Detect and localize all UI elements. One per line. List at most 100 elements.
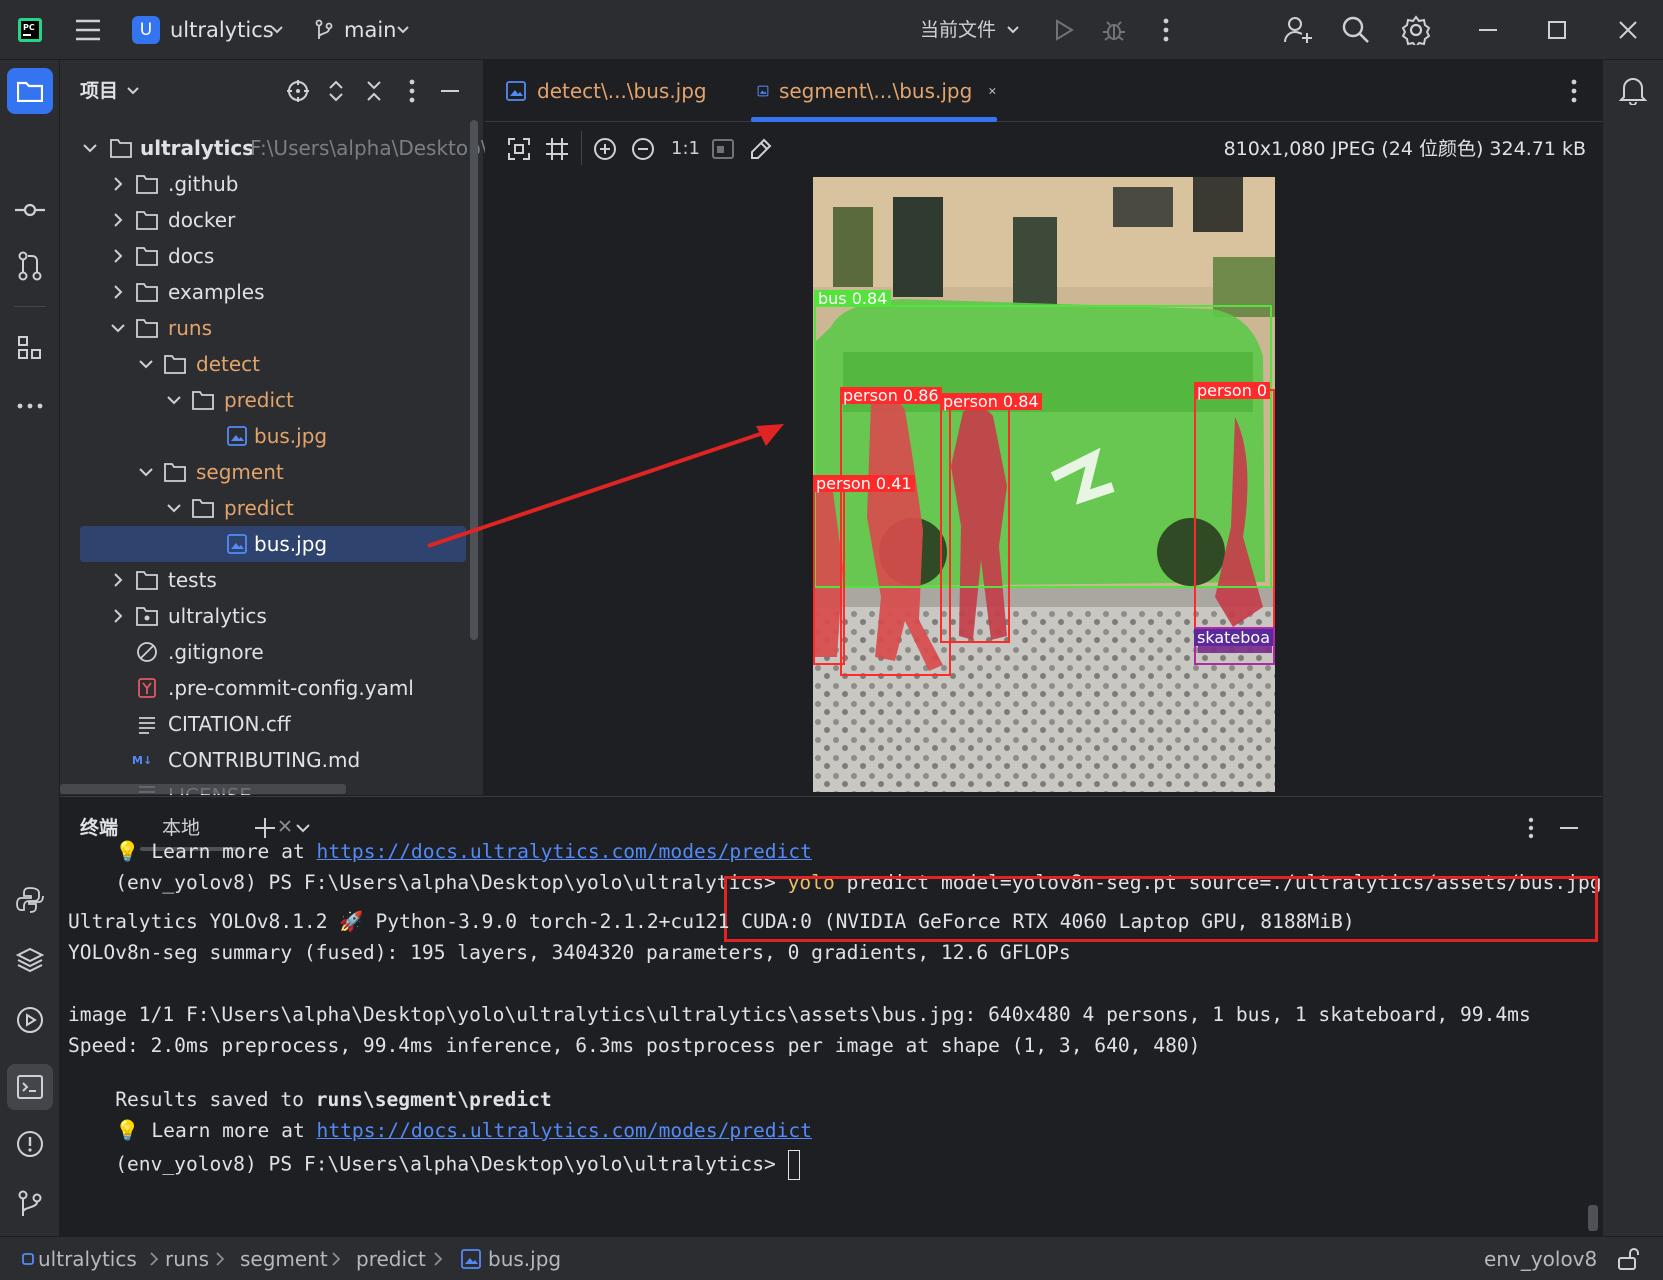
folder-icon bbox=[136, 319, 158, 338]
tree-item-runs[interactable]: runs bbox=[60, 310, 484, 346]
terminal-output-line: Speed: 2.0ms preprocess, 99.4ms inferenc… bbox=[68, 1034, 1201, 1057]
debug-icon[interactable] bbox=[1100, 16, 1128, 44]
status-bar: ultralytics runs segment predict bus.jpg… bbox=[0, 1236, 1663, 1280]
add-user-icon[interactable] bbox=[1282, 14, 1314, 46]
tree-item-citation[interactable]: CITATION.cff bbox=[60, 706, 484, 742]
problems-icon[interactable] bbox=[14, 1128, 46, 1160]
pycharm-logo-icon[interactable]: PC bbox=[18, 18, 42, 42]
right-tool-window-bar bbox=[1602, 60, 1663, 1236]
project-tool-button[interactable] bbox=[7, 68, 53, 114]
main-menu-icon[interactable] bbox=[74, 16, 102, 44]
det-label-person-084: person 0.84 bbox=[940, 393, 1042, 410]
text-file-icon bbox=[139, 717, 155, 734]
tree-item-examples[interactable]: examples bbox=[60, 274, 484, 310]
version-control-icon[interactable] bbox=[14, 1188, 46, 1220]
color-picker-icon[interactable] bbox=[747, 135, 775, 163]
project-panel-title: 项目 bbox=[80, 80, 119, 102]
tree-item-segment-bus-jpg-selected[interactable]: bus.jpg bbox=[80, 526, 466, 562]
notifications-bell-icon[interactable] bbox=[1617, 74, 1649, 106]
tree-item-contributing[interactable]: M↓ CONTRIBUTING.md bbox=[60, 742, 484, 778]
search-icon[interactable] bbox=[1340, 14, 1372, 46]
branch-widget[interactable]: main bbox=[314, 14, 414, 46]
terminal-prompt: (env_yolov8) PS F:\Users\alpha\Desktop\y… bbox=[115, 1152, 788, 1176]
collapse-all-icon[interactable] bbox=[360, 77, 388, 105]
tree-item-ultralytics-package[interactable]: ultralytics bbox=[60, 598, 484, 634]
terminal-options-icon[interactable] bbox=[1518, 815, 1544, 841]
terminal-scrollbar[interactable] bbox=[1588, 1205, 1598, 1231]
close-tab-icon[interactable] bbox=[988, 83, 997, 99]
actual-size-button[interactable]: 1:1 bbox=[671, 135, 700, 163]
tree-item-pre-commit-config[interactable]: .pre-commit-config.yaml bbox=[60, 670, 484, 706]
tree-item-label: segment bbox=[196, 460, 284, 484]
det-label-skateboard: skateboa bbox=[1194, 629, 1273, 646]
folder-icon bbox=[17, 81, 43, 102]
tree-item-docs[interactable]: docs bbox=[60, 238, 484, 274]
tree-root-ultralytics[interactable]: ultralytics F:\Users\alpha\Desktop\y bbox=[60, 130, 499, 166]
breadcrumb-item[interactable]: runs bbox=[165, 1237, 209, 1280]
run-config-selector[interactable]: 当前文件 bbox=[920, 14, 1026, 46]
chevron-right-icon bbox=[114, 609, 123, 623]
readonly-lock-icon[interactable] bbox=[1614, 1245, 1642, 1273]
hide-panel-icon[interactable] bbox=[436, 77, 464, 105]
structure-icon[interactable] bbox=[14, 332, 46, 364]
more-actions-icon[interactable] bbox=[1152, 16, 1180, 44]
tree-item-tests[interactable]: tests bbox=[60, 562, 484, 598]
project-name: ultralytics bbox=[170, 18, 274, 42]
tree-item-detect[interactable]: detect bbox=[60, 346, 484, 382]
crop-grid-icon[interactable] bbox=[543, 135, 571, 163]
run-icon[interactable] bbox=[1050, 16, 1078, 44]
image-file-icon bbox=[461, 1249, 481, 1269]
tab-detect-bus-jpg[interactable]: detect\...\bus.jpg bbox=[505, 60, 725, 122]
tree-vertical-scrollbar[interactable] bbox=[470, 120, 478, 640]
python-console-icon[interactable] bbox=[14, 884, 46, 916]
pull-requests-icon[interactable] bbox=[14, 250, 46, 282]
tree-item-label: .github bbox=[168, 172, 239, 196]
tab-segment-bus-jpg-active[interactable]: segment\...\bus.jpg bbox=[751, 60, 997, 122]
folder-icon bbox=[192, 499, 214, 518]
select-opened-file-icon[interactable] bbox=[284, 77, 312, 105]
terminal-prompt-line[interactable]: (env_yolov8) PS F:\Users\alpha\Desktop\y… bbox=[68, 1127, 800, 1203]
python-packages-icon[interactable] bbox=[14, 944, 46, 976]
breadcrumb-item[interactable]: bus.jpg bbox=[488, 1237, 561, 1280]
tab-options-icon[interactable] bbox=[1561, 78, 1587, 104]
breadcrumb-item[interactable]: segment bbox=[240, 1237, 328, 1280]
folder-icon bbox=[136, 175, 158, 194]
tree-horizontal-scrollbar[interactable] bbox=[60, 784, 346, 794]
hide-terminal-icon[interactable] bbox=[1556, 815, 1582, 841]
chevron-right-icon bbox=[114, 177, 123, 191]
settings-gear-icon[interactable] bbox=[1400, 14, 1432, 46]
git-branch-icon bbox=[314, 19, 334, 46]
image-file-icon bbox=[227, 426, 247, 446]
chevron-down-icon bbox=[126, 81, 140, 106]
tree-item-github[interactable]: .github bbox=[60, 166, 484, 202]
chevron-right-icon bbox=[434, 1252, 443, 1266]
terminal-tool-button[interactable] bbox=[7, 1064, 53, 1110]
det-label-person-041: person 0.41 bbox=[813, 475, 915, 492]
more-tools-icon[interactable] bbox=[14, 390, 46, 422]
options-icon[interactable] bbox=[398, 77, 426, 105]
project-widget[interactable]: U ultralytics bbox=[132, 14, 283, 46]
project-view-selector[interactable]: 项目 bbox=[80, 76, 160, 106]
close-window-icon[interactable] bbox=[1614, 16, 1642, 44]
image-file-icon bbox=[506, 81, 526, 101]
fit-to-window-icon[interactable] bbox=[505, 135, 533, 163]
breadcrumb-item[interactable]: ultralytics bbox=[38, 1237, 137, 1280]
zoom-out-icon[interactable] bbox=[629, 135, 657, 163]
tab-label: detect\...\bus.jpg bbox=[537, 79, 707, 103]
tree-item-gitignore[interactable]: .gitignore bbox=[60, 634, 484, 670]
zoom-in-icon[interactable] bbox=[591, 135, 619, 163]
background-toggle-icon[interactable] bbox=[709, 135, 737, 163]
chevron-down-icon bbox=[111, 324, 125, 333]
tree-item-label: CITATION.cff bbox=[168, 712, 291, 736]
breadcrumb-item[interactable]: predict bbox=[356, 1237, 426, 1280]
commit-icon[interactable] bbox=[14, 194, 46, 226]
tree-item-docker[interactable]: docker bbox=[60, 202, 484, 238]
services-icon[interactable] bbox=[14, 1004, 46, 1036]
terminal-prompt: (env_yolov8) PS F:\Users\alpha\Desktop\y… bbox=[115, 871, 788, 894]
expand-all-icon[interactable] bbox=[322, 77, 350, 105]
maximize-window-icon[interactable] bbox=[1543, 16, 1571, 44]
tree-item-label: predict bbox=[224, 388, 294, 412]
chevron-down-icon bbox=[139, 360, 153, 369]
minimize-window-icon[interactable] bbox=[1474, 16, 1502, 44]
python-interpreter[interactable]: env_yolov8 bbox=[1484, 1237, 1597, 1280]
